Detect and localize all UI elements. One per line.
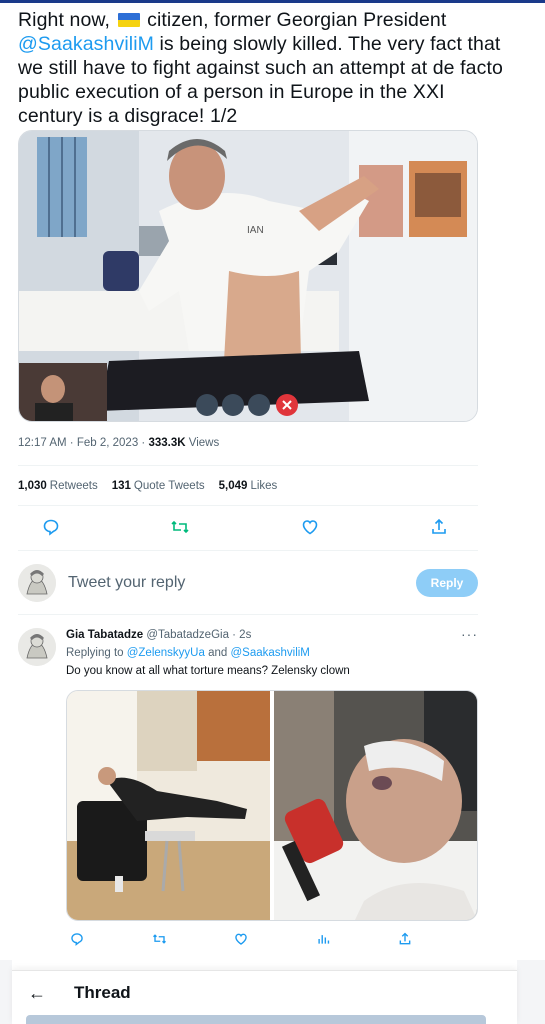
reply-media-grid bbox=[66, 690, 478, 921]
reply-icon[interactable] bbox=[66, 928, 88, 950]
views-count: 333.3K bbox=[148, 437, 186, 449]
reply-author-name[interactable]: Gia Tabatadze bbox=[66, 629, 143, 641]
share-icon[interactable] bbox=[394, 928, 416, 950]
share-icon[interactable] bbox=[428, 516, 450, 538]
thread-media-peek bbox=[26, 1015, 486, 1024]
tweet-meta: 12:17 AM · Feb 2, 2023 · 333.3K Views bbox=[18, 437, 219, 449]
reply-input[interactable]: Tweet your reply bbox=[68, 574, 185, 592]
left-gutter bbox=[0, 960, 12, 1024]
right-gutter bbox=[517, 960, 545, 1024]
mention-link[interactable]: @ZelenskyyUa bbox=[127, 647, 205, 659]
tweet-time[interactable]: 12:17 AM bbox=[18, 437, 67, 449]
mention-link[interactable]: @SaakashviliM bbox=[18, 33, 154, 55]
likes-stat[interactable]: 5,049 Likes bbox=[219, 480, 278, 492]
quotes-label: Quote Tweets bbox=[133, 480, 205, 492]
replying-and: and bbox=[204, 647, 231, 659]
thread-header: ← Thread bbox=[12, 970, 517, 1024]
divider bbox=[18, 465, 478, 466]
replying-to: Replying to @ZelenskyyUa and @Saakashvil… bbox=[66, 647, 310, 659]
retweet-icon[interactable] bbox=[148, 928, 170, 950]
quotes-count: 131 bbox=[111, 480, 131, 492]
reply-avatar[interactable] bbox=[18, 628, 56, 666]
reply-media-image-right[interactable] bbox=[274, 691, 477, 920]
tweet-date[interactable]: Feb 2, 2023 bbox=[77, 437, 138, 449]
reply-actions bbox=[66, 929, 416, 949]
more-options-icon[interactable]: ··· bbox=[461, 626, 478, 642]
mention-link[interactable]: @SaakashviliM bbox=[230, 647, 309, 659]
meta-separator: · bbox=[138, 437, 149, 449]
reply-text: Do you know at all what torture means? Z… bbox=[66, 665, 350, 677]
likes-label: Likes bbox=[250, 480, 278, 492]
divider bbox=[18, 614, 478, 615]
reply-icon[interactable] bbox=[40, 516, 62, 538]
back-arrow-icon[interactable]: ← bbox=[28, 983, 46, 1004]
retweets-count: 1,030 bbox=[18, 480, 47, 492]
top-accent-bar bbox=[0, 0, 545, 3]
like-icon[interactable] bbox=[299, 516, 321, 538]
avatar[interactable] bbox=[18, 564, 56, 602]
video-call-photo: IAN bbox=[19, 131, 477, 421]
tweet-stats: 1,030 Retweets 131 Quote Tweets 5,049 Likes bbox=[18, 480, 277, 492]
retweets-label: Retweets bbox=[49, 480, 98, 492]
hospital-photo bbox=[274, 691, 477, 920]
likes-count: 5,049 bbox=[218, 480, 248, 492]
tweet-actions bbox=[40, 514, 450, 540]
divider bbox=[18, 550, 478, 551]
ukraine-flag-icon bbox=[117, 13, 140, 27]
shirt-text: IAN bbox=[247, 225, 264, 236]
like-icon[interactable] bbox=[230, 928, 252, 950]
tweet-text: Right now, citizen, former Georgian Pres… bbox=[18, 8, 508, 128]
quotes-stat[interactable]: 131 Quote Tweets bbox=[112, 480, 205, 492]
thread-title: Thread bbox=[74, 983, 131, 1002]
views-icon[interactable] bbox=[312, 928, 334, 950]
retweet-icon[interactable] bbox=[169, 516, 191, 538]
reply-button[interactable]: Reply bbox=[416, 569, 478, 597]
reply-composer: Tweet your reply Reply bbox=[18, 560, 478, 606]
tweet-media-image[interactable]: IAN bbox=[18, 130, 478, 422]
meta-separator: · bbox=[66, 437, 77, 449]
tweet-text-part: Right now, bbox=[18, 9, 116, 31]
tweet-text-part: citizen, former Georgian President bbox=[141, 9, 447, 31]
divider bbox=[18, 505, 478, 506]
reply-media-image-left[interactable] bbox=[67, 691, 270, 920]
room-photo bbox=[67, 691, 270, 920]
retweets-stat[interactable]: 1,030 Retweets bbox=[18, 480, 98, 492]
replying-prefix: Replying to bbox=[66, 647, 127, 659]
reply-handle-time: @TabatadzeGia · 2s bbox=[143, 629, 252, 641]
reply-author[interactable]: Gia Tabatadze @TabatadzeGia · 2s bbox=[66, 629, 251, 641]
views-label: Views bbox=[185, 437, 220, 449]
